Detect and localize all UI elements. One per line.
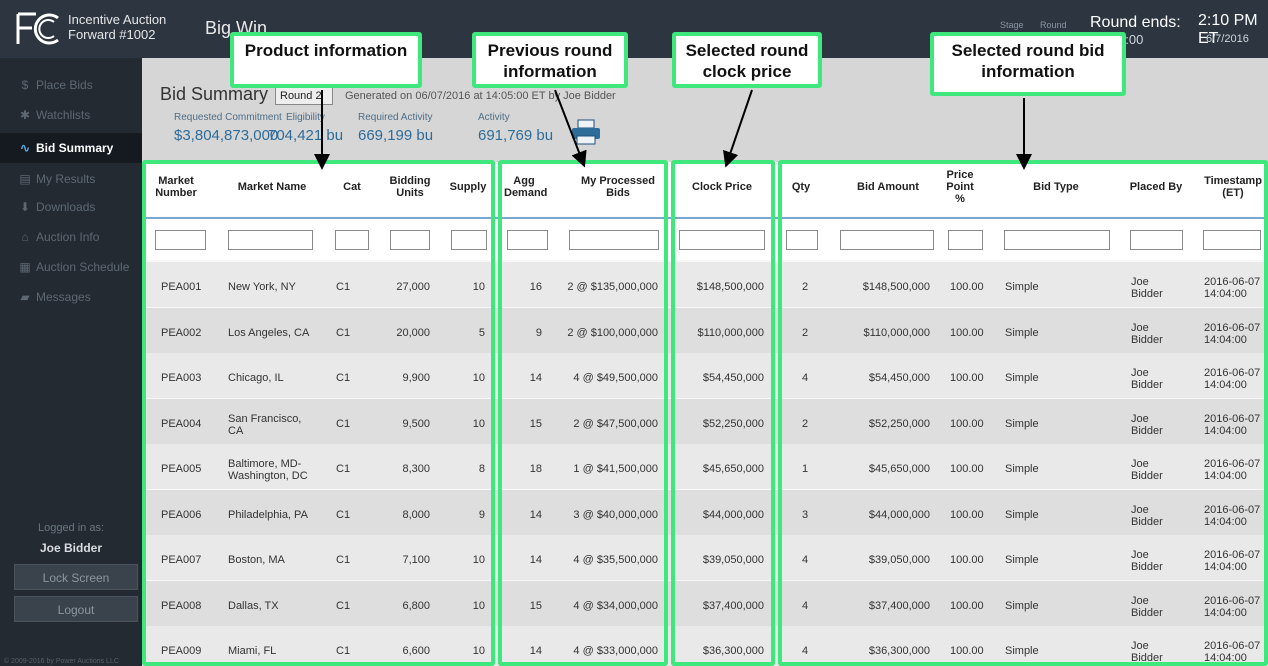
sidebar-item-my-results[interactable]: ▤ My Results [0,164,142,194]
round-ends-label: Round ends: [1090,14,1181,31]
app-name-line1: Incentive Auction [68,12,167,27]
sidebar-item-label: Place Bids [36,78,93,92]
copyright: © 2009-2016 by Power Auctions LLC [4,658,119,665]
sidebar-item-auction-info[interactable]: ⌂ Auction Info [0,222,142,252]
download-icon: ⬇ [19,200,31,214]
product-info-highlight [142,160,495,666]
required-activity-value: 669,199 bu [358,127,434,144]
sidebar-item-place-bids[interactable]: $ Place Bids [0,70,142,100]
app-name-line2: Forward #1002 [68,27,156,42]
eligibility-label: Eligibility [286,112,325,123]
sidebar-item-bid-summary[interactable]: ∿ Bid Summary [0,133,142,163]
clock-price-highlight [671,160,775,666]
clock-price-callout: Selected round clock price [672,32,822,88]
activity-label: Activity [478,112,510,123]
app-name: Incentive Auction Forward #1002 [68,12,166,42]
sidebar: $ Place Bids ✱ Watchlists ∿ Bid Summary ▤ My… [0,58,142,666]
sidebar-item-label: Messages [36,290,91,304]
sidebar-item-label: Auction Info [36,230,100,244]
logo-area: Incentive Auction Forward #1002 [0,0,190,58]
user-name: Joe Bidder [39,541,102,555]
printer-icon[interactable] [570,118,602,146]
home-icon: ⌂ [21,230,29,244]
round-select[interactable]: Round 2 [275,87,333,105]
requested-commitment-value: $3,804,873,000 [174,127,279,144]
eligibility-value: 704,421 bu [268,127,344,144]
sidebar-item-label: Watchlists [36,108,91,122]
activity-value: 691,769 bu [478,127,554,144]
asterisk-icon: ✱ [19,108,31,122]
dollar-icon: $ [21,78,29,92]
current-date: 6/7/2016 [1206,33,1249,45]
sidebar-item-auction-schedule[interactable]: ▦ Auction Schedule [0,252,142,282]
lock-screen-button[interactable]: Lock Screen [14,564,138,590]
sidebar-item-messages[interactable]: ▰ Messages [0,282,142,312]
sidebar-item-label: My Results [36,172,96,186]
stage-label: Stage [1000,20,1024,30]
clock-price-arrow [723,89,753,168]
product-info-callout: Product information [230,32,422,88]
round-label: Round [1040,20,1067,30]
logout-button[interactable]: Logout [14,596,138,622]
fcc-logo-icon [16,12,59,45]
previous-round-highlight [498,160,668,666]
sidebar-item-label: Auction Schedule [36,260,130,274]
sidebar-item-watchlists[interactable]: ✱ Watchlists [0,100,142,130]
requested-commitment-label: Requested Commitment [174,112,282,123]
sidebar-item-downloads[interactable]: ⬇ Downloads [0,192,142,222]
calendar-icon: ▦ [19,260,31,274]
sidebar-item-label: Bid Summary [36,141,114,155]
logged-in-label: Logged in as: [37,522,105,534]
chat-icon: ▰ [20,290,30,304]
generated-info: Generated on 06/07/2016 at 14:05:00 ET b… [345,90,616,102]
bid-info-callout: Selected round bid information [930,32,1126,96]
pulse-icon: ∿ [19,141,31,155]
previous-round-callout: Previous round information [472,32,628,88]
sidebar-item-label: Downloads [36,200,96,214]
bid-info-highlight [778,160,1268,666]
required-activity-label: Required Activity [358,112,433,123]
document-icon: ▤ [19,172,31,186]
